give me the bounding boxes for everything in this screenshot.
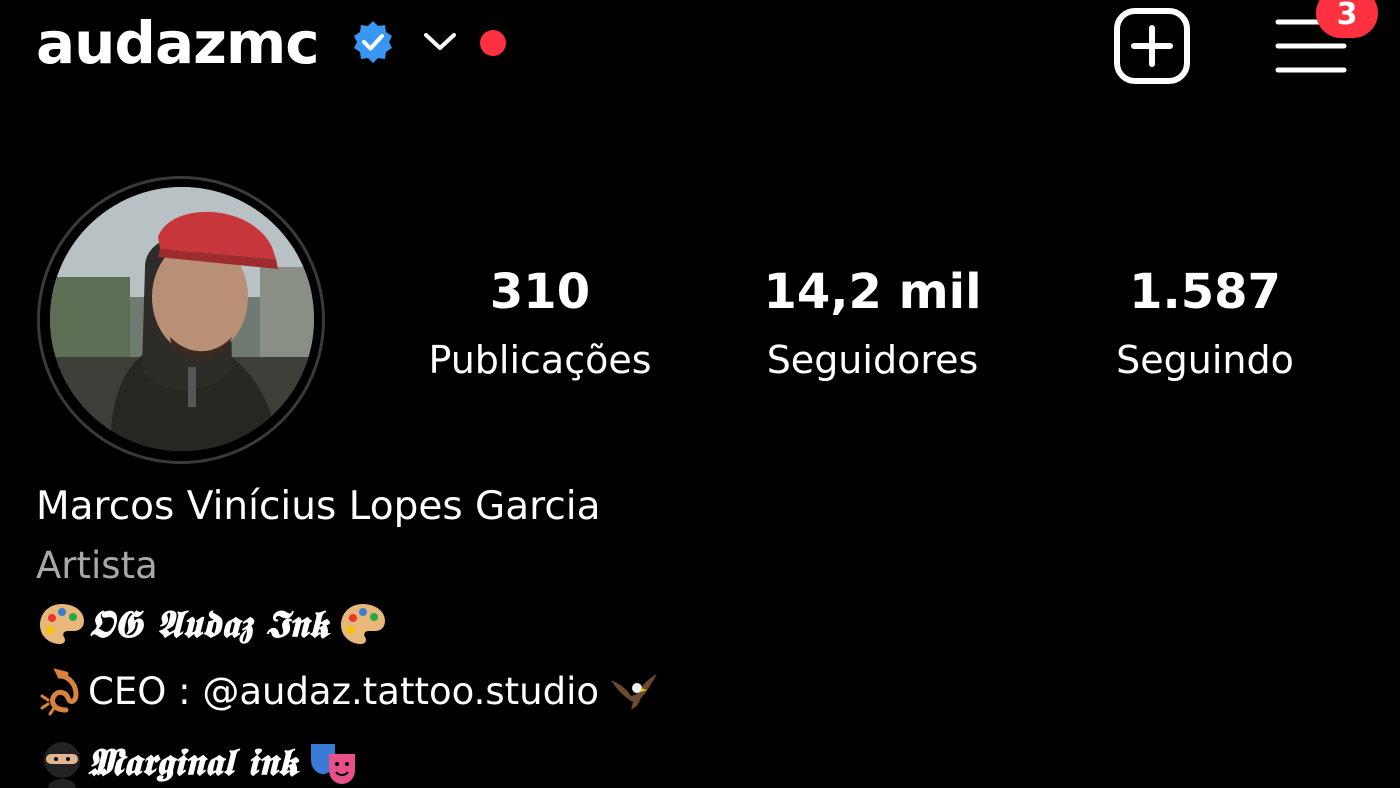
posts-count: 310 (489, 264, 591, 320)
ninja-icon (36, 736, 88, 788)
followers-count: 14,2 mil (763, 264, 982, 320)
posts-stat[interactable]: 310 Publicações (400, 262, 680, 388)
bio-line: CEO : @audaz.tattoo.studio (36, 664, 659, 720)
avatar[interactable] (50, 187, 314, 451)
red-dot-icon (480, 30, 506, 56)
bio-ceo-text[interactable]: CEO : @audaz.tattoo.studio (88, 664, 599, 720)
bio-line: 𝕸𝖆𝖗𝖌𝖎𝖓𝖆𝖑 𝖎𝖓𝖐 (36, 734, 359, 788)
palette-icon (337, 598, 389, 650)
followers-label: Seguidores (766, 338, 979, 382)
posts-label: Publicações (428, 338, 652, 382)
eagle-icon (607, 666, 659, 718)
profile-full-name: Marcos Vinícius Lopes Garcia (36, 484, 601, 529)
username-title[interactable]: audazmc (36, 8, 320, 78)
theater-masks-icon (307, 736, 359, 788)
chevron-down-icon[interactable] (420, 26, 460, 58)
palette-icon (36, 598, 88, 650)
menu-notification-badge: 3 (1316, 0, 1378, 38)
bio-marginal-text: 𝕸𝖆𝖗𝖌𝖎𝖓𝖆𝖑 𝖎𝖓𝖐 (88, 739, 299, 784)
following-stat[interactable]: 1.587 Seguindo (1080, 262, 1330, 388)
verified-badge-icon (350, 19, 396, 65)
profile-category: Artista (36, 544, 158, 587)
followers-stat[interactable]: 14,2 mil Seguidores (735, 262, 1010, 388)
plus-square-icon (1114, 8, 1190, 84)
following-label: Seguindo (1116, 338, 1294, 382)
new-post-button[interactable] (1112, 6, 1192, 86)
bio-brand-text: 𝕺𝕲 𝕬𝖚𝖉𝖆𝖟 𝕴𝖓𝖐 (88, 601, 330, 646)
bio-line: 𝕺𝕲 𝕬𝖚𝖉𝖆𝖟 𝕴𝖓𝖐 (36, 596, 389, 652)
following-count: 1.587 (1129, 264, 1281, 320)
profile-screen: audazmc 3 310 Publicações 14,2 mil Segui… (0, 0, 1400, 788)
scorpion-icon (36, 666, 88, 718)
